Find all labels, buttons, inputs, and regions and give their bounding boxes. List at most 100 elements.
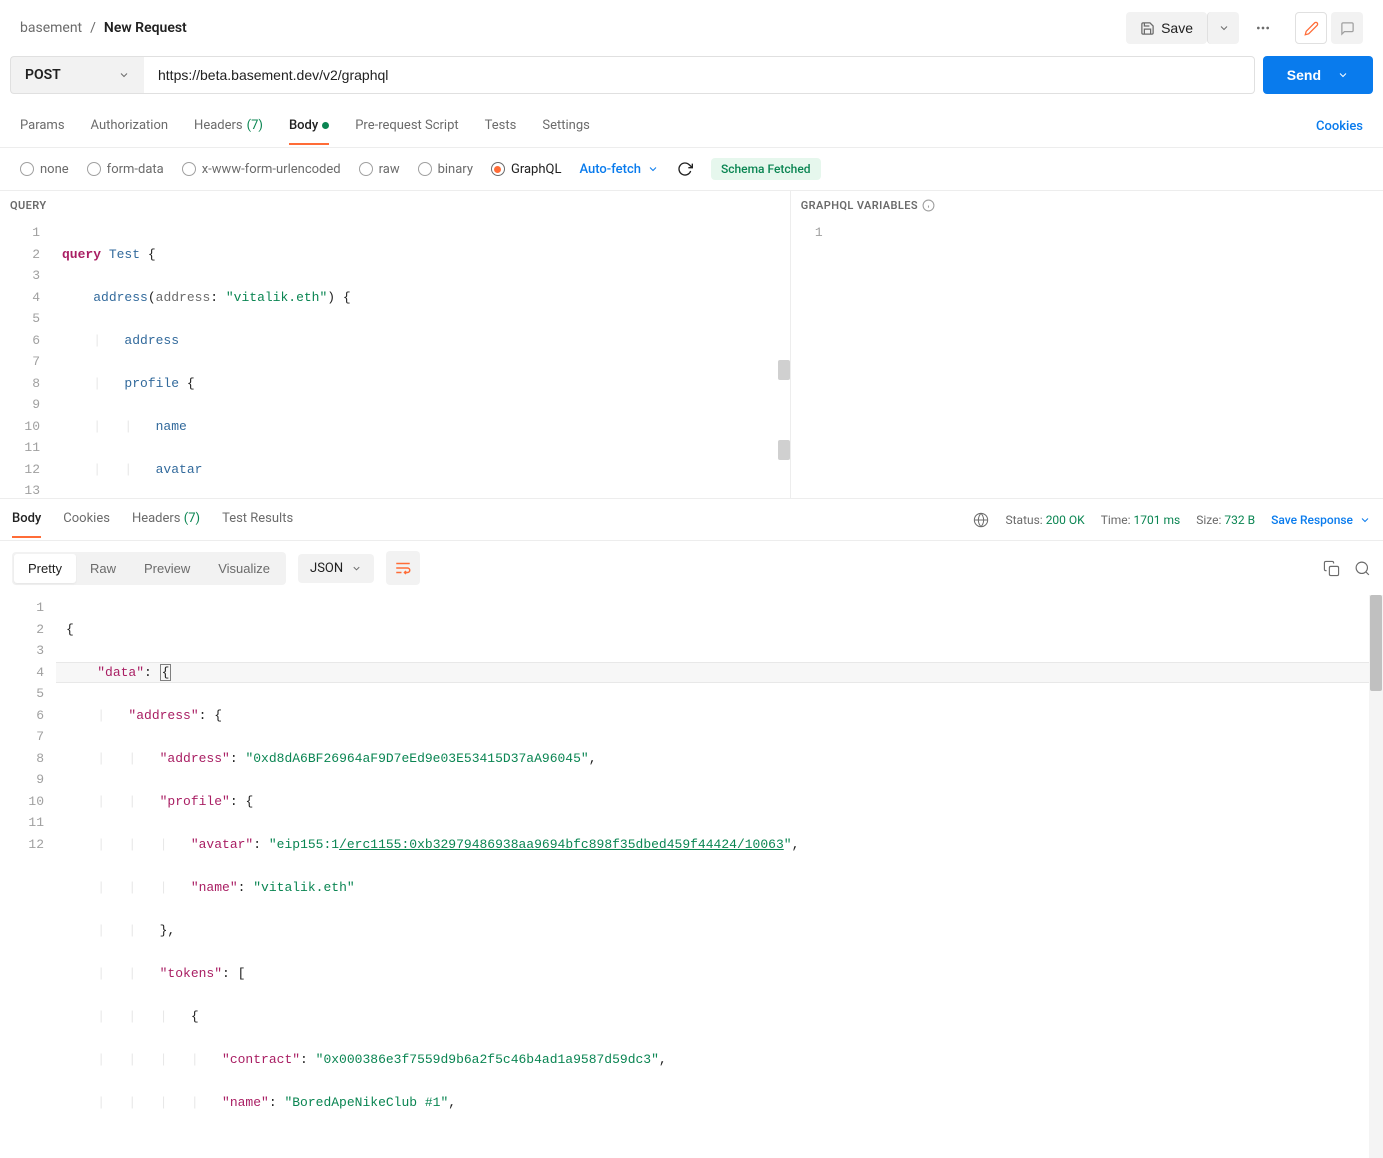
wrap-lines-button[interactable] (386, 551, 420, 585)
cookies-link[interactable]: Cookies (1316, 119, 1363, 134)
tab-body-label: Body (289, 118, 318, 133)
response-tab-body[interactable]: Body (12, 501, 41, 538)
pencil-icon (1304, 21, 1319, 36)
method-value: POST (25, 67, 61, 83)
tab-tests[interactable]: Tests (485, 108, 517, 145)
variables-header: GRAPHQL VARIABLES (791, 191, 1383, 220)
view-raw[interactable]: Raw (76, 554, 130, 583)
tab-authorization[interactable]: Authorization (91, 108, 169, 145)
info-icon[interactable] (922, 199, 935, 212)
query-editor[interactable]: 12345678910111213 query Test { address(a… (0, 220, 790, 498)
body-type-none[interactable]: none (20, 162, 69, 177)
url-input[interactable] (144, 56, 1255, 94)
query-gutter: 12345678910111213 (0, 220, 52, 498)
more-options-button[interactable] (1247, 12, 1279, 44)
response-code[interactable]: { "data": { | "address": { | | "address"… (56, 595, 1383, 1158)
body-type-graphql-label: GraphQL (511, 162, 561, 177)
tab-body[interactable]: Body (289, 108, 329, 145)
body-type-binary[interactable]: binary (418, 162, 473, 177)
response-view-toolbar: Pretty Raw Preview Visualize JSON (0, 541, 1383, 595)
variables-gutter: 1 (791, 220, 835, 498)
breadcrumb-parent[interactable]: basement (20, 20, 82, 36)
radio-checked-icon (491, 162, 505, 176)
view-pretty[interactable]: Pretty (14, 554, 76, 583)
time-meta: Time: 1701 ms (1101, 513, 1181, 527)
query-pane: QUERY 12345678910111213 query Test { add… (0, 191, 791, 498)
query-code[interactable]: query Test { address(address: "vitalik.e… (52, 220, 790, 498)
tab-params[interactable]: Params (20, 108, 65, 145)
view-visualize[interactable]: Visualize (204, 554, 284, 583)
save-button[interactable]: Save (1126, 12, 1207, 44)
response-tab-headers-count: (7) (184, 511, 200, 526)
view-preview[interactable]: Preview (130, 554, 204, 583)
radio-icon (20, 162, 34, 176)
copy-icon[interactable] (1323, 560, 1340, 577)
body-type-row: none form-data x-www-form-urlencoded raw… (0, 148, 1383, 191)
breadcrumb-current: New Request (104, 20, 187, 36)
chevron-down-icon (647, 163, 659, 175)
refresh-icon[interactable] (677, 161, 693, 177)
response-tabs: Body Cookies Headers (7) Test Results St… (0, 499, 1383, 541)
scroll-track[interactable] (1369, 595, 1383, 1158)
wrap-icon (394, 559, 412, 577)
chevron-down-icon (1218, 22, 1230, 34)
chevron-down-icon (118, 69, 130, 81)
tab-settings[interactable]: Settings (542, 108, 589, 145)
request-tabs: Params Authorization Headers (7) Body Pr… (0, 106, 1383, 148)
save-label: Save (1161, 20, 1193, 36)
chevron-down-icon (1337, 69, 1349, 81)
response-body-viewer[interactable]: 123456789101112 { "data": { | "address":… (0, 595, 1383, 1158)
body-type-binary-label: binary (438, 162, 473, 177)
comments-button[interactable] (1331, 12, 1363, 44)
radio-icon (418, 162, 432, 176)
status-meta: Status: 200 OK (1005, 513, 1084, 527)
modified-dot-icon (322, 122, 329, 129)
tab-headers-count: (7) (247, 118, 263, 133)
format-select[interactable]: JSON (298, 554, 374, 583)
variables-editor[interactable]: 1 (791, 220, 1383, 498)
editor-section: QUERY 12345678910111213 query Test { add… (0, 191, 1383, 499)
body-type-urlencoded[interactable]: x-www-form-urlencoded (182, 162, 341, 177)
search-icon[interactable] (1354, 560, 1371, 577)
scroll-thumb[interactable] (1370, 595, 1382, 691)
variables-code[interactable] (835, 220, 1383, 498)
send-label: Send (1287, 67, 1321, 83)
view-mode-toggle: Pretty Raw Preview Visualize (12, 552, 286, 585)
body-type-raw-label: raw (379, 162, 400, 177)
chevron-down-icon (351, 563, 362, 574)
request-url-row: POST Send (0, 56, 1383, 106)
network-icon[interactable] (973, 512, 989, 528)
body-type-form-data-label: form-data (107, 162, 164, 177)
response-tab-headers[interactable]: Headers (7) (132, 501, 200, 538)
edit-button[interactable] (1295, 12, 1327, 44)
tab-prerequest[interactable]: Pre-request Script (355, 108, 458, 145)
header-bar: basement / New Request Save (0, 0, 1383, 56)
query-header: QUERY (0, 191, 790, 220)
save-dropdown-button[interactable] (1207, 12, 1239, 44)
comment-icon (1340, 21, 1355, 36)
send-button[interactable]: Send (1263, 56, 1373, 94)
body-type-graphql[interactable]: GraphQL (491, 162, 561, 177)
fold-handle[interactable] (778, 440, 790, 460)
breadcrumb-separator: / (90, 20, 96, 36)
response-tab-headers-label: Headers (132, 511, 181, 526)
save-response-button[interactable]: Save Response (1271, 513, 1371, 527)
save-icon (1140, 21, 1155, 36)
tab-headers-label: Headers (194, 118, 243, 133)
body-type-raw[interactable]: raw (359, 162, 400, 177)
radio-icon (182, 162, 196, 176)
auto-fetch-toggle[interactable]: Auto-fetch (579, 162, 659, 177)
format-value: JSON (310, 561, 343, 576)
auto-fetch-label: Auto-fetch (579, 162, 641, 177)
response-tab-test-results[interactable]: Test Results (222, 501, 293, 538)
body-type-urlencoded-label: x-www-form-urlencoded (202, 162, 341, 177)
body-type-form-data[interactable]: form-data (87, 162, 164, 177)
body-type-none-label: none (40, 162, 69, 177)
response-tab-cookies[interactable]: Cookies (63, 501, 110, 538)
method-select[interactable]: POST (10, 56, 144, 94)
tab-headers[interactable]: Headers (7) (194, 108, 263, 145)
fold-handle[interactable] (778, 360, 790, 380)
response-gutter: 123456789101112 (0, 595, 56, 1158)
save-response-label: Save Response (1271, 513, 1353, 527)
schema-status-badge: Schema Fetched (711, 158, 821, 180)
